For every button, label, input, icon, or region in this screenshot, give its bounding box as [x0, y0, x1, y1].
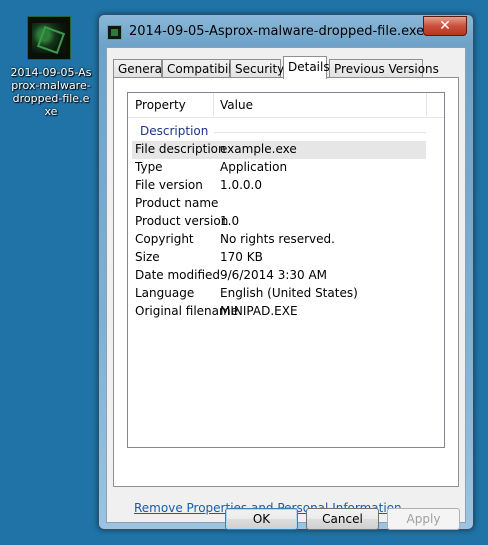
column-divider[interactable] — [213, 93, 214, 116]
tab-security[interactable]: Security — [230, 59, 284, 77]
property-value: MINIPAD.EXE — [220, 304, 298, 318]
column-divider[interactable] — [426, 93, 427, 116]
desktop-file-icon[interactable]: 2014-09-05-Asprox-malware-dropped-file.e… — [10, 16, 92, 118]
list-header: Property Value — [128, 93, 444, 118]
desktop-icon-label: 2014-09-05-Asprox-malware-dropped-file.e… — [10, 66, 92, 118]
ok-button[interactable]: OK — [225, 508, 298, 530]
list-item[interactable]: Product name — [132, 195, 426, 213]
property-name: Language — [135, 286, 195, 300]
property-name: Product name — [135, 196, 219, 210]
property-name: Copyright — [135, 232, 194, 246]
tab-details[interactable]: Details — [283, 56, 330, 79]
window-title: 2014-09-05-Asprox-malware-dropped-file.e… — [129, 24, 425, 39]
group-divider — [214, 132, 426, 133]
property-value: 1.0 — [220, 214, 240, 228]
apply-button[interactable]: Apply — [387, 508, 460, 530]
property-value: English (United States) — [220, 286, 358, 300]
property-name: Date modified — [135, 268, 221, 282]
property-value: 9/6/2014 3:30 AM — [220, 268, 328, 282]
list-item[interactable]: Size 170 KB — [132, 249, 426, 267]
list-item[interactable]: File version 1.0.0.0 — [132, 177, 426, 195]
list-item[interactable]: Language English (United States) — [132, 285, 426, 303]
property-value: 1.0.0.0 — [220, 178, 262, 192]
tab-compatibility[interactable]: Compatibility — [162, 59, 247, 77]
property-name: File version — [135, 178, 203, 192]
property-value: No rights reserved. — [220, 232, 335, 246]
tab-previous-versions[interactable]: Previous Versions — [329, 59, 439, 77]
app-icon — [107, 25, 122, 40]
cancel-button[interactable]: Cancel — [306, 508, 379, 530]
property-value: example.exe — [220, 142, 297, 156]
malware-file-icon — [27, 16, 71, 60]
property-value: Application — [220, 160, 288, 174]
column-header-value[interactable]: Value — [220, 98, 253, 112]
details-panel: Property Value Description File descript… — [113, 77, 459, 515]
list-item[interactable]: Date modified 9/6/2014 3:30 AM — [132, 267, 426, 285]
list-item[interactable]: Original filename MINIPAD.EXE — [132, 303, 426, 321]
tab-general[interactable]: General — [113, 59, 165, 77]
title-bar[interactable]: 2014-09-05-Asprox-malware-dropped-file.e… — [105, 16, 467, 45]
property-name: File description — [135, 142, 226, 156]
properties-window: 2014-09-05-Asprox-malware-dropped-file.e… — [98, 14, 474, 530]
list-item[interactable]: Type Application — [132, 159, 426, 177]
property-name: Size — [135, 250, 160, 264]
column-header-property[interactable]: Property — [135, 98, 186, 112]
dialog-client-area: General Compatibility Security Details P… — [106, 47, 466, 530]
details-list[interactable]: Property Value Description File descript… — [127, 92, 445, 448]
property-value: 170 KB — [220, 250, 263, 264]
group-header-description: Description — [140, 124, 209, 138]
close-button[interactable]: ✕ — [423, 16, 467, 36]
list-item[interactable]: File description example.exe — [132, 141, 426, 159]
property-name: Type — [135, 160, 163, 174]
list-item[interactable]: Product version 1.0 — [132, 213, 426, 231]
property-name: Product version — [135, 214, 229, 228]
list-item[interactable]: Copyright No rights reserved. — [132, 231, 426, 249]
